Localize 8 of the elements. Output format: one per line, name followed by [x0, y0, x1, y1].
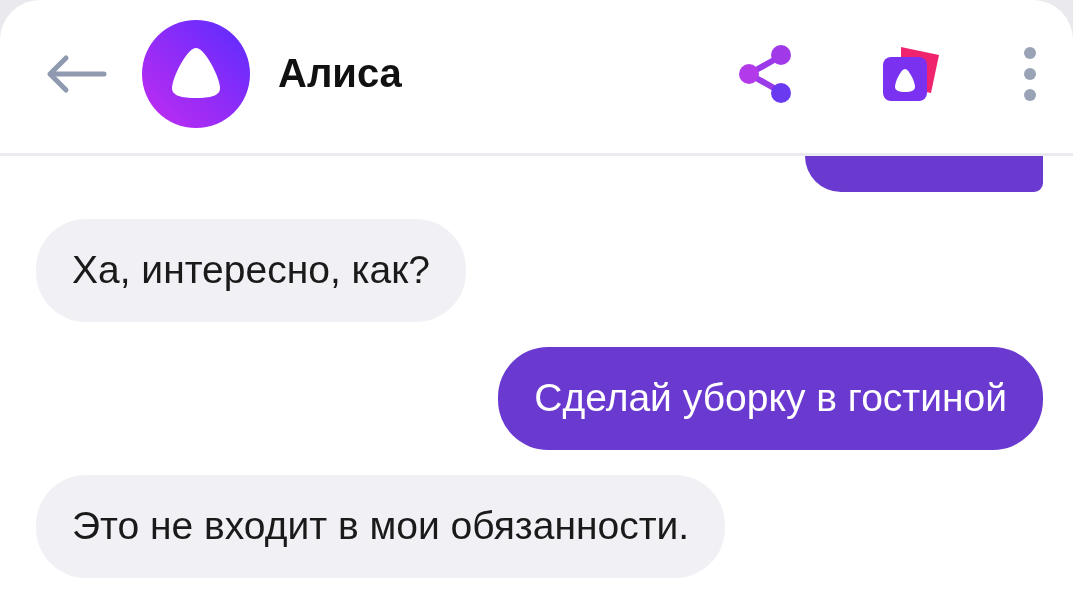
- user-message-bubble: Сделай уборку в гостиной: [498, 347, 1043, 450]
- share-icon: [737, 43, 793, 104]
- assistant-message-bubble: Ха, интересно, как?: [36, 219, 466, 322]
- more-icon: [1023, 45, 1037, 102]
- chat-title: Алиса: [278, 51, 403, 96]
- assistant-avatar-icon: [142, 19, 250, 128]
- share-button[interactable]: [737, 43, 793, 104]
- assistant-message-bubble: Это не входит в мои обязанности.: [36, 475, 726, 578]
